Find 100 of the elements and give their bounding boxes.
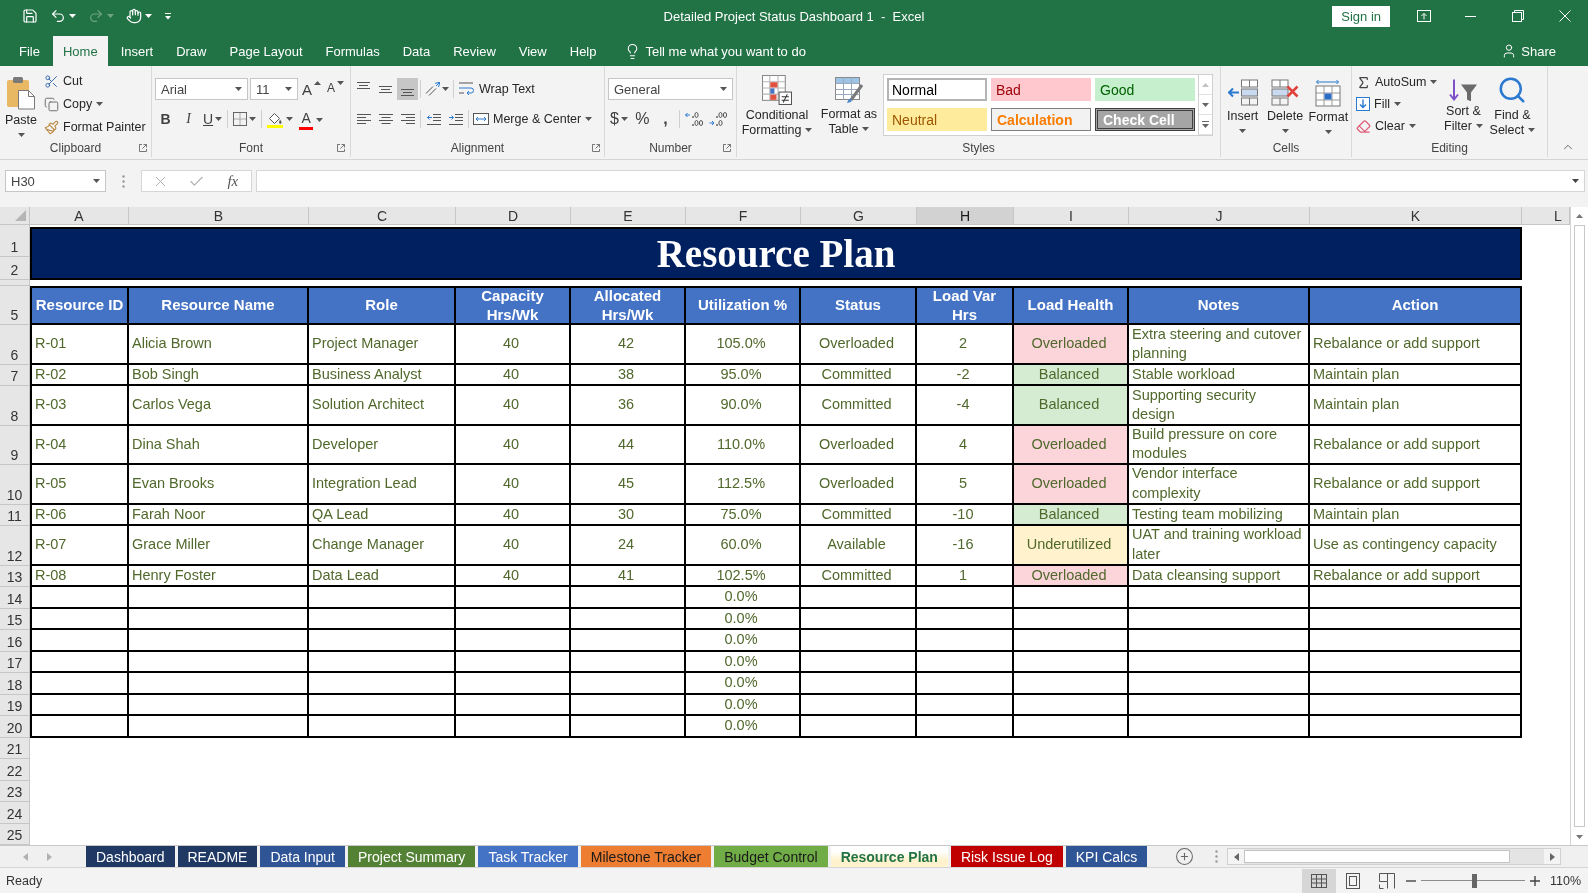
cell-style-option[interactable]: Neutral xyxy=(887,108,987,131)
ribbon-tab[interactable]: Data xyxy=(392,36,441,66)
format-cells-button[interactable]: Format xyxy=(1307,70,1349,139)
column-header[interactable]: J xyxy=(1129,207,1310,225)
sheet-tab[interactable]: Risk Issue Log xyxy=(950,846,1063,867)
column-header[interactable]: A xyxy=(30,207,129,225)
sheet-tab[interactable]: Milestone Tracker xyxy=(580,846,712,867)
conditional-formatting-button[interactable]: Conditional Formatting xyxy=(739,70,815,139)
ribbon-tab[interactable]: Formulas xyxy=(315,36,390,66)
row-number[interactable]: 8 xyxy=(0,386,30,426)
row-number[interactable]: 13 xyxy=(0,565,30,587)
ribbon-tab[interactable]: Draw xyxy=(166,36,217,66)
sheet-tab[interactable]: Task Tracker xyxy=(478,846,578,867)
column-header[interactable]: F xyxy=(686,207,801,225)
ribbon-tab[interactable]: Page Layout xyxy=(219,36,313,66)
insert-cells-button[interactable]: Insert xyxy=(1223,70,1263,139)
row-number[interactable]: 1 xyxy=(0,225,30,257)
horizontal-scrollbar[interactable] xyxy=(1227,848,1562,865)
italic-button[interactable]: I xyxy=(178,108,199,130)
column-header[interactable]: K xyxy=(1310,207,1522,225)
column-header[interactable]: C xyxy=(309,207,456,225)
column-header[interactable]: I xyxy=(1014,207,1129,225)
row-number[interactable]: 18 xyxy=(0,673,30,695)
row-number[interactable]: 7 xyxy=(0,364,30,387)
sheet-tab[interactable]: README xyxy=(177,846,258,867)
clear-button[interactable]: Clear xyxy=(1354,115,1440,137)
row-number[interactable]: 25 xyxy=(0,823,30,845)
sheet-tab[interactable]: Dashboard xyxy=(86,846,175,867)
comma-style-button[interactable]: , xyxy=(654,108,676,130)
currency-button[interactable]: $ xyxy=(608,108,630,130)
name-box[interactable]: H30 xyxy=(5,170,106,192)
grow-font-button[interactable]: A xyxy=(300,78,323,100)
row-number[interactable]: 22 xyxy=(0,759,30,781)
zoom-slider-thumb[interactable] xyxy=(1472,873,1477,888)
shrink-font-button[interactable]: A xyxy=(325,78,347,100)
dialog-launcher-button[interactable] xyxy=(335,142,347,154)
column-header[interactable]: B xyxy=(129,207,309,225)
row-number[interactable]: 10 xyxy=(0,465,30,505)
ribbon-tab[interactable]: Help xyxy=(559,36,607,66)
row-number[interactable]: 21 xyxy=(0,737,30,759)
fill-button[interactable]: Fill xyxy=(1354,93,1440,115)
font-color-button[interactable]: A xyxy=(297,108,326,130)
scrollbar-thumb[interactable] xyxy=(1574,225,1585,827)
scroll-left-button[interactable] xyxy=(1228,849,1245,864)
vertical-scrollbar[interactable] xyxy=(1570,207,1588,845)
copy-button[interactable]: Copy xyxy=(42,93,148,115)
row-number[interactable]: 17 xyxy=(0,651,30,673)
sort-filter-button[interactable]: Sort & Filter xyxy=(1441,70,1486,139)
row-number[interactable]: 2 xyxy=(0,257,30,280)
row-number[interactable]: 12 xyxy=(0,526,30,566)
row-number[interactable]: 11 xyxy=(0,504,30,527)
delete-cells-button[interactable]: Delete xyxy=(1264,70,1306,139)
dialog-launcher-button[interactable] xyxy=(590,142,602,154)
sheet-tab[interactable]: KPI Calcs xyxy=(1065,846,1148,867)
ribbon-tab[interactable]: Insert xyxy=(110,36,164,66)
scrollbar-thumb[interactable] xyxy=(1244,850,1511,863)
cell-style-option[interactable]: Bad xyxy=(991,78,1091,101)
align-bottom-button[interactable] xyxy=(397,78,418,100)
dialog-launcher-button[interactable] xyxy=(721,142,733,154)
tell-me-box[interactable]: Tell me what you want to do xyxy=(617,36,812,66)
ribbon-tab[interactable]: Home xyxy=(52,36,108,66)
row-number[interactable]: 9 xyxy=(0,425,30,466)
column-header[interactable]: D xyxy=(456,207,571,225)
zoom-level-button[interactable]: 110% xyxy=(1549,873,1581,888)
underline-button[interactable]: U xyxy=(201,108,225,130)
row-number[interactable]: 19 xyxy=(0,694,30,716)
paste-button[interactable]: Paste xyxy=(2,70,40,139)
sign-in-button[interactable]: Sign in xyxy=(1332,5,1390,27)
ribbon-tab[interactable]: File xyxy=(9,36,50,66)
dialog-launcher-button[interactable] xyxy=(137,142,149,154)
row-number[interactable]: 20 xyxy=(0,716,30,738)
font-size-field[interactable]: 11 xyxy=(250,78,298,100)
zoom-in-button[interactable] xyxy=(1527,873,1542,888)
add-sheet-button[interactable] xyxy=(1173,846,1196,867)
column-header[interactable]: E xyxy=(571,207,686,225)
ribbon-tab[interactable]: View xyxy=(508,36,557,66)
column-header[interactable]: G xyxy=(801,207,917,225)
row-number[interactable]: 23 xyxy=(0,780,30,802)
row-number[interactable]: 15 xyxy=(0,608,30,630)
normal-view-button[interactable] xyxy=(1301,868,1336,893)
scroll-right-button[interactable] xyxy=(1544,849,1561,864)
row-number[interactable]: 6 xyxy=(0,325,30,365)
insert-function-button[interactable]: fx xyxy=(214,171,251,191)
ribbon-tab[interactable]: Review xyxy=(443,36,506,66)
sheet-tab[interactable]: Data Input xyxy=(260,846,345,867)
sheet-tab[interactable]: Budget Control xyxy=(714,846,828,867)
cell-style-option[interactable]: Good xyxy=(1095,78,1195,101)
cut-button[interactable]: Cut xyxy=(42,70,148,92)
format-as-table-button[interactable]: Format as Table xyxy=(817,70,881,139)
font-name-field[interactable]: Arial xyxy=(155,78,248,100)
row-number[interactable]: 24 xyxy=(0,802,30,824)
share-button[interactable]: Share xyxy=(1495,36,1562,66)
wrap-text-button[interactable]: Wrap Text xyxy=(456,78,537,100)
row-number[interactable]: 16 xyxy=(0,630,30,652)
cell-style-option[interactable]: Normal xyxy=(887,78,987,101)
format-painter-button[interactable]: Format Painter xyxy=(42,116,148,138)
bold-button[interactable]: B xyxy=(155,108,176,130)
merge-center-button[interactable]: Merge & Center xyxy=(471,108,595,130)
row-number[interactable]: 14 xyxy=(0,587,30,609)
autosum-button[interactable]: AutoSum xyxy=(1354,71,1440,93)
